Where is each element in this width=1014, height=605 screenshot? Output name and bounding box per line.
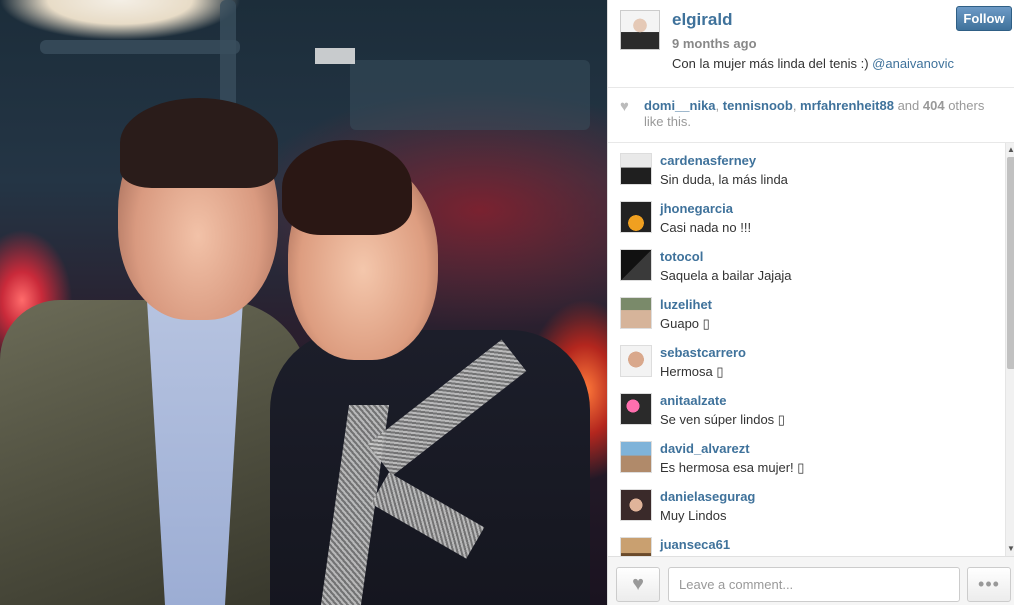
liker-link[interactable]: tennisnoob (723, 98, 793, 113)
commenter-username[interactable]: cardenasferney (660, 153, 756, 168)
commenter-username[interactable]: sebastcarrero (660, 345, 746, 360)
comment-bar: ♥ ••• (608, 556, 1014, 605)
scroll-thumb[interactable] (1007, 157, 1014, 369)
commenter-username[interactable]: danielasegurag (660, 489, 755, 504)
comment-text: Se ven súper lindos ▯ (660, 412, 785, 427)
comment-text: Casi nada no !!! (660, 220, 752, 235)
comment-text: Saquela a bailar Jajaja (660, 268, 792, 283)
commenter-avatar[interactable] (620, 153, 652, 185)
commenter-avatar[interactable] (620, 489, 652, 521)
commenter-username[interactable]: luzelihet (660, 297, 712, 312)
comment-item: totocol Saquela a bailar Jajaja (608, 239, 1005, 287)
comment-item: david_alvarezt Es hermosa esa mujer! ▯ (608, 431, 1005, 479)
background-pipe (40, 40, 240, 54)
likes-separator: , (792, 98, 801, 113)
heart-icon: ♥ (632, 573, 644, 595)
commenter-avatar[interactable] (620, 345, 652, 377)
comment-text: Muy Lindos (660, 508, 727, 523)
likes-section: ♥ domi__nika, tennisnoob, mrfahrenheit88… (608, 88, 1014, 143)
post-side-panel: elgirald 9 months ago Con la mujer más l… (607, 0, 1014, 605)
comment-item: luzelihet Guapo ▯ (608, 287, 1005, 335)
commenter-username[interactable]: juanseca61 (660, 537, 730, 552)
liker-link[interactable]: mrfahrenheit88 (800, 98, 894, 113)
scroll-up-arrow-icon[interactable]: ▲ (1006, 145, 1014, 155)
person-right-body (270, 330, 590, 605)
comment-text: Sin duda, la más linda (660, 172, 788, 187)
scroll-down-arrow-icon[interactable]: ▼ (1006, 544, 1014, 554)
comment-input[interactable] (668, 567, 960, 602)
follow-button[interactable]: Follow (956, 6, 1012, 31)
caption-text: Con la mujer más linda del tenis :) (672, 56, 869, 71)
likes-count[interactable]: 404 (923, 98, 945, 113)
commenter-avatar[interactable] (620, 201, 652, 233)
commenter-avatar[interactable] (620, 297, 652, 329)
commenter-avatar[interactable] (620, 441, 652, 473)
owner-avatar[interactable] (620, 10, 660, 50)
person-right-hair (282, 140, 412, 235)
background-panel (350, 60, 590, 130)
heart-icon: ♥ (620, 98, 629, 115)
commenter-username[interactable]: totocol (660, 249, 703, 264)
owner-username[interactable]: elgirald (672, 10, 732, 30)
comment-item: juanseca61 (608, 527, 1005, 556)
comment-item: anitaalzate Se ven súper lindos ▯ (608, 383, 1005, 431)
person-left-hair (120, 98, 278, 188)
liker-link[interactable]: domi__nika (644, 98, 716, 113)
post-caption: Con la mujer más linda del tenis :) @ana… (672, 56, 954, 71)
comment-item: sebastcarrero Hermosa ▯ (608, 335, 1005, 383)
comment-item: jhonegarcia Casi nada no !!! (608, 191, 1005, 239)
commenter-avatar[interactable] (620, 249, 652, 281)
comment-text: Es hermosa esa mujer! ▯ (660, 460, 805, 475)
likes-summary: domi__nika, tennisnoob, mrfahrenheit88 a… (644, 98, 1004, 130)
likes-and: and (893, 98, 923, 113)
comment-item: cardenasferney Sin duda, la más linda (608, 143, 1005, 191)
more-options-button[interactable]: ••• (967, 567, 1011, 602)
commenter-username[interactable]: anitaalzate (660, 393, 726, 408)
commenter-username[interactable]: jhonegarcia (660, 201, 733, 216)
comment-text: Guapo ▯ (660, 316, 710, 331)
ellipsis-icon: ••• (978, 574, 1000, 594)
caption-mention-link[interactable]: @anaivanovic (872, 56, 954, 71)
commenter-avatar[interactable] (620, 393, 652, 425)
comment-text: Hermosa ▯ (660, 364, 724, 379)
likes-separator: , (715, 98, 723, 113)
comment-item: danielasegurag Muy Lindos (608, 479, 1005, 527)
like-button[interactable]: ♥ (616, 567, 660, 602)
comments-list[interactable]: cardenasferney Sin duda, la más linda jh… (608, 143, 1005, 556)
commenter-avatar[interactable] (620, 537, 652, 556)
post-header: elgirald 9 months ago Con la mujer más l… (608, 0, 1014, 88)
post-photo[interactable] (0, 0, 607, 605)
post-timestamp[interactable]: 9 months ago (672, 36, 757, 51)
background-sign (315, 48, 355, 64)
commenter-username[interactable]: david_alvarezt (660, 441, 750, 456)
comments-scrollbar[interactable]: ▲ ▼ (1005, 143, 1014, 556)
